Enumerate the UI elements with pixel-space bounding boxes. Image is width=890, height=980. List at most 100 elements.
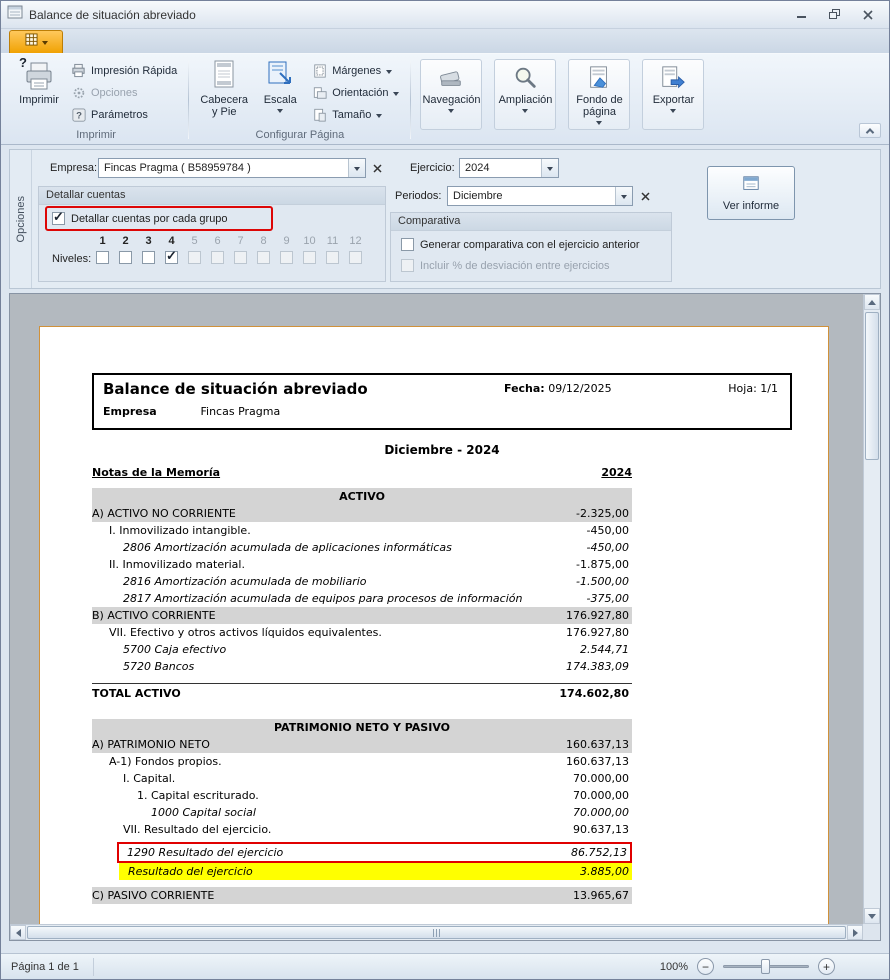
scroll-down-button[interactable]: [864, 908, 880, 924]
quick-print-button[interactable]: Impresión Rápida: [67, 61, 181, 80]
row-label: 5700 Caja efectivo: [92, 641, 522, 658]
hoja-value: 1/1: [760, 382, 778, 395]
maximize-button[interactable]: [820, 5, 850, 24]
nivel-checkbox-6: [211, 251, 224, 264]
nivel-checkbox-2[interactable]: [119, 251, 132, 264]
empresa-clear-button[interactable]: [369, 160, 386, 177]
page-background-button[interactable]: Fondo de página: [568, 59, 630, 130]
desviacion-checkbox: [401, 259, 414, 272]
scroll-left-button[interactable]: [10, 925, 26, 940]
navigation-icon: [438, 65, 464, 94]
triangle-down-icon: [868, 914, 876, 923]
scale-label: Escala: [264, 94, 297, 106]
report-row: 1. Capital escriturado.70.000,00: [92, 787, 632, 804]
row-label: TOTAL ACTIVO: [92, 684, 522, 703]
nivel-number: 10: [298, 235, 321, 247]
zoom-menu-label: Ampliación: [499, 94, 553, 106]
print-button[interactable]: ? Imprimir: [11, 56, 67, 107]
size-button[interactable]: Tamaño: [308, 105, 403, 124]
row-value: 70.000,00: [522, 804, 632, 821]
row-value: -450,00: [522, 522, 632, 539]
periodos-select[interactable]: Diciembre: [447, 186, 633, 206]
row-value: 13.965,67: [522, 887, 632, 904]
report-title: Balance de situación abreviado: [103, 380, 368, 398]
parameters-button[interactable]: ? Parámetros: [67, 105, 181, 124]
zoom-slider[interactable]: [723, 958, 809, 975]
comparativa-checkbox-row[interactable]: Generar comparativa con el ejercicio ant…: [401, 238, 640, 251]
report-row: B) ACTIVO CORRIENTE176.927,80: [92, 607, 632, 624]
report-row: VII. Resultado del ejercicio.90.637,13: [92, 821, 632, 838]
nivel-checkbox-3[interactable]: [142, 251, 155, 264]
group-label-imprimir: Imprimir: [11, 129, 181, 144]
nivel-number: 7: [229, 235, 252, 247]
dropdown-arrow-icon[interactable]: [615, 187, 632, 205]
scrollbar-corner: [863, 924, 880, 940]
horizontal-scrollbar-thumb[interactable]: [27, 926, 846, 939]
margins-button[interactable]: Márgenes: [308, 61, 403, 80]
export-button[interactable]: Exportar: [642, 59, 704, 130]
detallar-checkbox-row[interactable]: Detallar cuentas por cada grupo: [52, 212, 228, 225]
vertical-scrollbar-thumb[interactable]: [865, 312, 879, 460]
ejercicio-label: Ejercicio:: [410, 162, 455, 174]
report-date: Fecha: 09/12/2025: [504, 382, 612, 395]
comparativa-checkbox[interactable]: [401, 238, 414, 251]
report-row: C) PASIVO CORRIENTE13.965,67: [92, 887, 632, 904]
detallar-checkbox[interactable]: [52, 212, 65, 225]
orientation-button[interactable]: Orientación: [308, 83, 403, 102]
zoom-in-button[interactable]: +: [818, 958, 835, 975]
chevron-up-icon: [866, 128, 874, 136]
horizontal-scrollbar[interactable]: [10, 924, 863, 940]
nivel-number: 8: [252, 235, 275, 247]
zoom-slider-thumb[interactable]: [761, 959, 770, 974]
titlebar: Balance de situación abreviado: [1, 1, 889, 29]
report-page: Balance de situación abreviado Fecha: 09…: [39, 326, 829, 941]
row-label: 2806 Amortización acumulada de aplicacio…: [92, 539, 522, 556]
report-empresa-label: Empresa: [103, 405, 197, 418]
vertical-scrollbar[interactable]: [863, 294, 880, 924]
triangle-up-icon: [868, 296, 876, 305]
dropdown-arrow-icon[interactable]: [348, 159, 365, 177]
close-button[interactable]: [853, 5, 883, 24]
row-value: 176.927,80: [522, 607, 632, 624]
row-label: 1290 Resultado del ejercicio: [119, 844, 520, 861]
navigation-button[interactable]: Navegación: [420, 59, 482, 130]
scroll-up-button[interactable]: [864, 294, 880, 310]
ribbon-group-configurar: Cabecera y Pie Escala Márgenes: [192, 56, 407, 144]
nivel-checkbox-7: [234, 251, 247, 264]
scroll-right-button[interactable]: [847, 925, 863, 940]
collapse-ribbon-button[interactable]: [859, 123, 881, 138]
scale-button[interactable]: Escala: [252, 56, 308, 117]
row-label: 1. Capital escriturado.: [92, 787, 522, 804]
chevron-down-icon: [522, 109, 528, 116]
nivel-number: 5: [183, 235, 206, 247]
nivel-checkbox-1[interactable]: [96, 251, 109, 264]
row-value: 160.637,13: [522, 753, 632, 770]
ver-informe-button[interactable]: Ver informe: [707, 166, 795, 220]
periodos-clear-button[interactable]: [637, 188, 654, 205]
row-value: 2.544,71: [522, 641, 632, 658]
zoom-out-button[interactable]: −: [697, 958, 714, 975]
dropdown-arrow-icon[interactable]: [541, 159, 558, 177]
zoom-menu-button[interactable]: Ampliación: [494, 59, 556, 130]
report-row: I. Inmovilizado intangible.-450,00: [92, 522, 632, 539]
empresa-select[interactable]: Fincas Pragma ( B58959784 ): [98, 158, 366, 178]
report-row: ACTIVO: [92, 488, 632, 505]
margins-label: Márgenes: [332, 65, 381, 77]
report-row-highlighted-red: 1290 Resultado del ejercicio86.752,13: [117, 842, 632, 863]
report-row: PATRIMONIO NETO Y PASIVO: [92, 719, 632, 736]
nivel-number: 9: [275, 235, 298, 247]
nivel-checkbox-10: [303, 251, 316, 264]
svg-text:?: ?: [76, 110, 82, 121]
minimize-button[interactable]: [787, 5, 817, 24]
ejercicio-select[interactable]: 2024: [459, 158, 559, 178]
comparativa-group-title: Comparativa: [391, 213, 671, 231]
file-menu-button[interactable]: [9, 30, 63, 53]
options-panel-label: Opciones: [15, 196, 27, 242]
header-footer-button[interactable]: Cabecera y Pie: [196, 56, 252, 119]
report-column-headers: Notas de la Memoría 2024: [92, 466, 632, 479]
chevron-down-icon: [386, 70, 392, 77]
row-label: I. Capital.: [92, 770, 522, 787]
nivel-checkbox-4[interactable]: [165, 251, 178, 264]
report-row: 5700 Caja efectivo2.544,71: [92, 641, 632, 658]
chevron-down-icon: [277, 109, 283, 116]
